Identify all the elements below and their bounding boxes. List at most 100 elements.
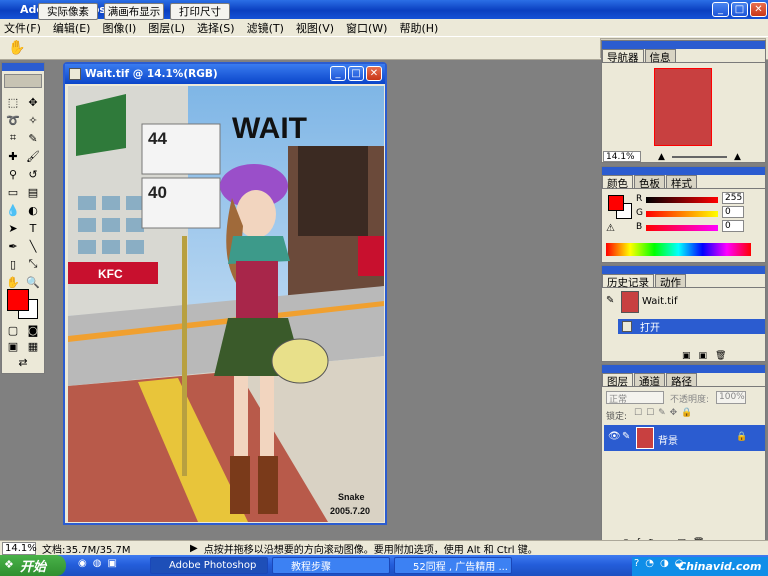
jump-to-imageready-icon[interactable]: ⇄ <box>13 353 33 371</box>
color-panel-header <box>602 167 765 175</box>
marquee-tool-icon[interactable]: ⬚ <box>3 93 23 111</box>
blur-tool-icon[interactable]: 💧 <box>3 201 23 219</box>
g-value-field[interactable]: 0 <box>722 206 744 218</box>
status-doc-size[interactable]: 文档:35.7M/35.7M <box>42 541 182 556</box>
tab-color[interactable]: 颜色 <box>602 175 633 190</box>
magic-wand-icon[interactable]: ✧ <box>23 111 43 129</box>
menu-image[interactable]: 图像(I) <box>102 20 136 36</box>
art-title: WAIT <box>232 112 307 145</box>
color-spectrum-ramp[interactable] <box>606 243 751 256</box>
line-tool-icon[interactable]: ╲ <box>23 237 43 255</box>
canvas-image[interactable]: KFC 44 40 WAIT Snake 2005.7.20 <box>68 86 384 522</box>
menu-window[interactable]: 窗口(W) <box>346 20 387 36</box>
minimize-button[interactable]: _ <box>712 2 729 17</box>
color-fg-swatch[interactable] <box>608 195 624 211</box>
history-buttons[interactable]: ▣▣🗑 <box>682 351 734 361</box>
boot-left <box>230 456 250 514</box>
document-window: Wait.tif @ 14.1%(RGB) _ □ ✕ KFC 44 40 WA… <box>63 62 387 525</box>
status-arrow-icon[interactable]: ▶ <box>190 543 198 554</box>
dodge-tool-icon[interactable]: ◐ <box>23 201 43 219</box>
status-zoom[interactable]: 14.1% <box>2 541 37 555</box>
bus-stop-pole <box>182 236 187 476</box>
move-tool-icon[interactable]: ✥ <box>23 93 43 111</box>
tab-paths[interactable]: 路径 <box>666 373 697 388</box>
tab-info[interactable]: 信息 <box>644 49 676 64</box>
r-slider[interactable] <box>646 197 718 203</box>
history-state-open[interactable]: 打开 <box>618 319 765 334</box>
menu-help[interactable]: 帮助(H) <box>399 20 438 36</box>
actual-pixels-button[interactable]: 实际像素 <box>38 3 98 20</box>
pen-tool-icon[interactable]: ✒ <box>3 237 23 255</box>
history-brush-icon[interactable]: ↺ <box>23 165 43 183</box>
lock-label: 锁定: <box>606 412 628 422</box>
task-tutorial[interactable]: 教程步骤 <box>272 557 390 574</box>
history-brush-source-icon[interactable]: ✎ <box>606 295 614 306</box>
doc-minimize-button[interactable]: _ <box>330 66 346 81</box>
red-top <box>236 261 278 321</box>
layer-name[interactable]: 背景 <box>658 432 678 447</box>
kfc-sign: KFC <box>98 267 123 281</box>
navigator-panel: 导航器 信息 14.1% ▲ ▲ <box>601 40 766 163</box>
slice-tool-icon[interactable]: ✎ <box>23 129 43 147</box>
lasso-tool-icon[interactable]: ➰ <box>3 111 23 129</box>
zoom-out-icon[interactable]: ▲ <box>658 152 665 162</box>
foreground-color-swatch[interactable] <box>7 289 29 311</box>
zoom-slider[interactable] <box>672 156 727 158</box>
b-value-field[interactable]: 0 <box>722 220 744 232</box>
notes-tool-icon[interactable]: ▯ <box>3 255 23 273</box>
brush-tool-icon[interactable]: 🖌 <box>23 147 43 165</box>
close-button[interactable]: ✕ <box>750 2 767 17</box>
b-slider[interactable] <box>646 225 718 231</box>
status-hint: 点按并拖移以沿想要的方向滚动图像。要用附加选项，使用 Alt 和 Ctrl 键。 <box>203 544 538 556</box>
layer-visibility-eye-icon[interactable]: 👁 <box>608 431 621 442</box>
tab-layers[interactable]: 图层 <box>602 373 633 388</box>
fit-screen-button[interactable]: 满画布显示 <box>104 3 164 20</box>
r-value-field[interactable]: 255 <box>722 192 744 204</box>
print-size-button[interactable]: 打印尺寸 <box>170 3 230 20</box>
doc-maximize-button[interactable]: □ <box>348 66 364 81</box>
doc-close-button[interactable]: ✕ <box>366 66 382 81</box>
menu-file[interactable]: 文件(F) <box>4 20 41 36</box>
eyedropper-icon[interactable]: ⤡ <box>23 255 43 273</box>
navigator-zoom-field[interactable]: 14.1% <box>603 151 641 162</box>
opacity-field[interactable]: 100% <box>716 391 746 404</box>
history-tabs: 历史记录 动作 <box>602 274 765 289</box>
navigator-thumbnail[interactable] <box>654 68 712 146</box>
gamut-warning-icon: ⚠ <box>606 223 615 234</box>
tab-swatches[interactable]: 色板 <box>634 175 665 190</box>
lock-icons[interactable]: ☐☐✎✥🔒 <box>634 408 696 418</box>
hand-tool-icon[interactable]: ✋ <box>8 40 25 56</box>
shop-sign-right <box>358 236 384 276</box>
path-select-icon[interactable]: ➤ <box>3 219 23 237</box>
g-slider[interactable] <box>646 211 718 217</box>
quick-launch-icons[interactable]: ◉◍▣ <box>78 558 123 569</box>
b-label: B <box>636 222 643 232</box>
snapshot-label[interactable]: Wait.tif <box>642 296 677 307</box>
tab-history[interactable]: 历史记录 <box>602 274 654 289</box>
menu-filter[interactable]: 滤镜(T) <box>247 20 284 36</box>
crop-tool-icon[interactable]: ⌗ <box>3 129 23 147</box>
tab-styles[interactable]: 样式 <box>666 175 697 190</box>
tab-actions[interactable]: 动作 <box>655 274 686 289</box>
menu-edit[interactable]: 编辑(E) <box>53 20 91 36</box>
teal-scarf <box>228 236 290 264</box>
menu-view[interactable]: 视图(V) <box>296 20 334 36</box>
blend-mode-select[interactable]: 正常 <box>606 391 664 405</box>
gradient-tool-icon[interactable]: ▤ <box>23 183 43 201</box>
menu-layer[interactable]: 图层(L) <box>148 20 185 36</box>
task-photoshop[interactable]: Adobe Photoshop <box>150 557 268 574</box>
photoshop-logo-icon <box>4 74 42 88</box>
healing-brush-icon[interactable]: ✚ <box>3 147 23 165</box>
clone-stamp-icon[interactable]: ⚲ <box>3 165 23 183</box>
document-title: Wait.tif @ 14.1%(RGB) <box>85 68 218 80</box>
zoom-in-icon[interactable]: ▲ <box>734 152 741 162</box>
type-tool-icon[interactable]: T <box>23 219 43 237</box>
eraser-tool-icon[interactable]: ▭ <box>3 183 23 201</box>
maximize-button[interactable]: □ <box>731 2 748 17</box>
artist-signature: Snake <box>338 492 365 502</box>
menu-select[interactable]: 选择(S) <box>197 20 235 36</box>
yellow-handbag <box>271 338 329 384</box>
task-browser[interactable]: 52同程 , 广告精用 ... <box>394 557 512 574</box>
tab-channels[interactable]: 通道 <box>634 373 665 388</box>
tab-navigator[interactable]: 导航器 <box>602 49 644 64</box>
